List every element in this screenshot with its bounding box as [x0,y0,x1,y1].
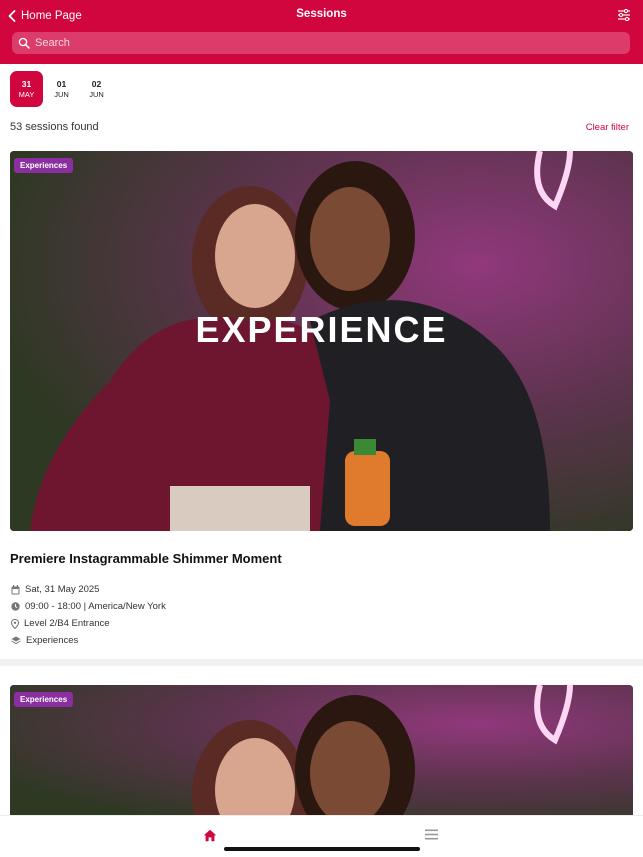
overlay-title: EXPERIENCE [195,309,448,350]
session-location: Level 2/B4 Entrance [11,618,110,629]
session-time-text: 09:00 - 18:00 | America/New York [25,601,166,612]
search-input[interactable] [35,37,615,49]
date-day: 02 [91,78,102,89]
home-indicator [224,847,420,851]
sessions-screen: Home Page Sessions 31 MAY 01 JUN [0,0,643,857]
page-title: Sessions [296,8,347,20]
session-time: 09:00 - 18:00 | America/New York [11,601,166,612]
menu-icon[interactable] [425,829,438,840]
session-image[interactable]: Experiences EXPERIENCE [10,151,633,531]
clear-filter-link[interactable]: Clear filter [586,122,629,133]
date-chip-01-jun[interactable]: 01 JUN [45,71,78,107]
session-location-text: Level 2/B4 Entrance [24,618,110,629]
date-chip-31-may[interactable]: 31 MAY [10,71,43,107]
sliders-icon[interactable] [617,9,631,21]
search-icon [18,37,30,49]
location-pin-icon [11,618,19,629]
nav-bar: Home Page Sessions [0,0,643,30]
session-category: Experiences [11,635,78,646]
date-day: 31 [21,78,32,89]
date-chip-02-jun[interactable]: 02 JUN [80,71,113,107]
home-icon[interactable] [203,829,217,842]
clock-icon [11,602,20,611]
category-tag[interactable]: Experiences [14,158,74,173]
card-divider [0,659,643,666]
date-day: 01 [56,78,67,89]
date-month: JUN [89,89,104,99]
category-tag[interactable]: Experiences [14,692,74,707]
app-header: Home Page Sessions [0,0,643,64]
results-count: 53 sessions found [10,121,99,133]
calendar-icon [11,584,20,594]
date-month: MAY [18,89,35,99]
session-date-text: Sat, 31 May 2025 [25,584,100,595]
date-month: JUN [54,89,69,99]
session-photo [10,685,633,815]
session-category-text: Experiences [26,635,79,646]
search-bar[interactable] [12,32,630,54]
session-image[interactable]: Experiences [10,685,633,815]
session-date: Sat, 31 May 2025 [11,584,99,595]
date-selector: 31 MAY 01 JUN 02 JUN [10,71,115,107]
layers-icon [11,636,21,645]
session-title[interactable]: Premiere Instagrammable Shimmer Moment [10,551,282,566]
